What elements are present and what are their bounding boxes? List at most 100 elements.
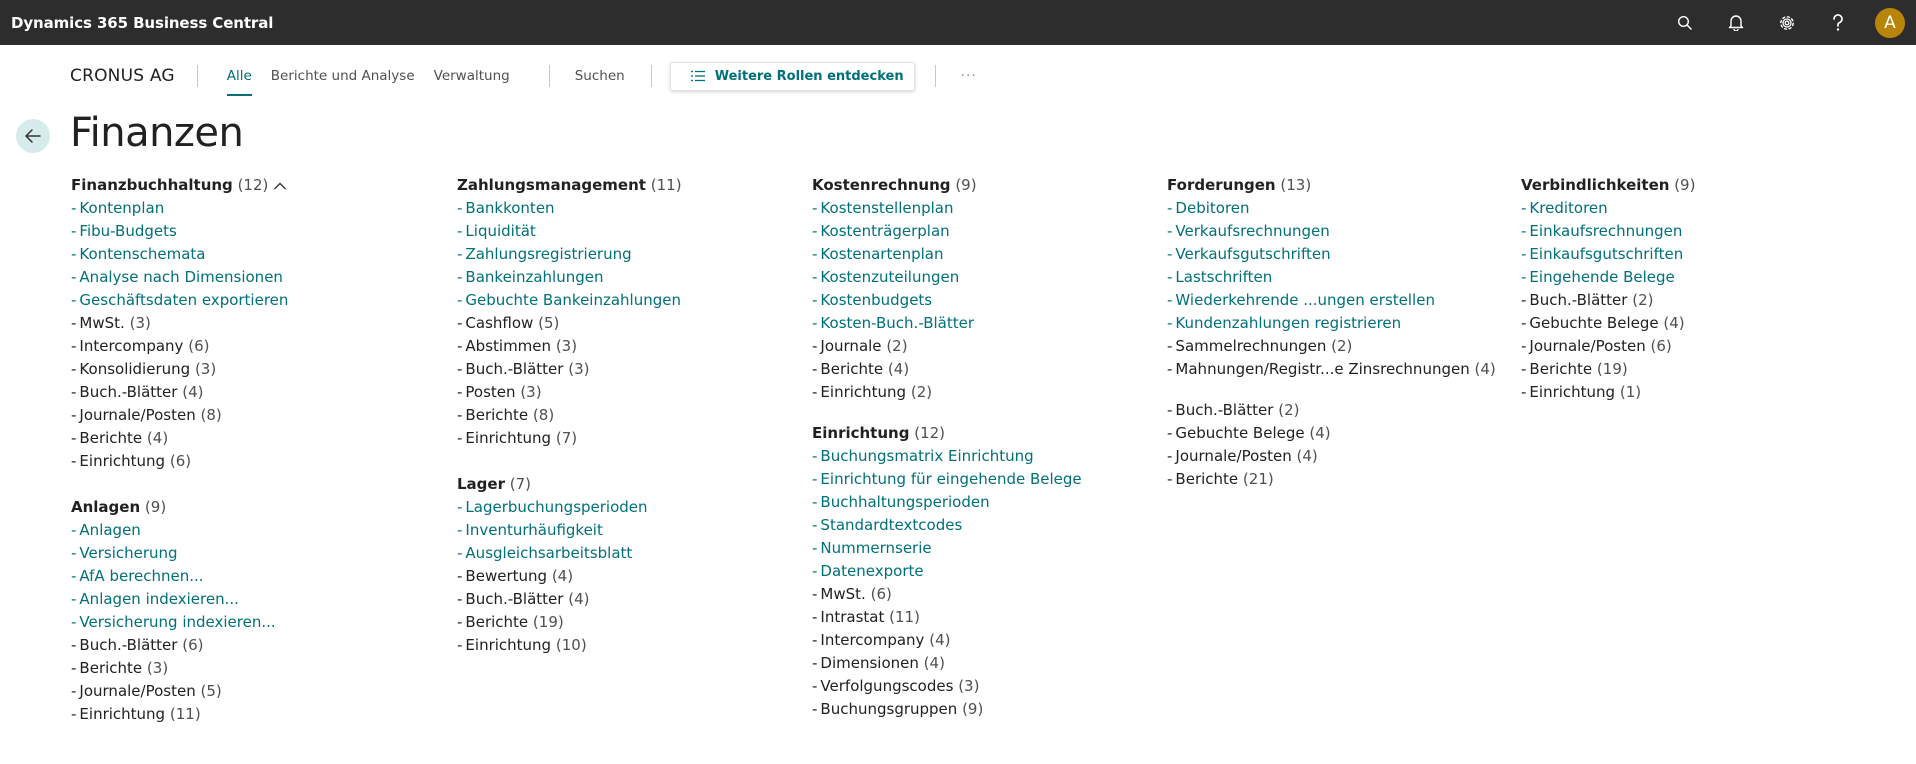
search-icon[interactable] [1659,0,1710,45]
chevron-up-icon[interactable] [273,181,287,191]
nav-group-item[interactable]: - Buch.-Blätter (4) [71,381,288,404]
nav-link[interactable]: - Datenexporte [812,560,1082,583]
nav-group-item[interactable]: - Journale/Posten (6) [1521,335,1695,358]
group-header[interactable]: Lager (7) [457,473,682,496]
nav-link[interactable]: - Nummernserie [812,537,1082,560]
nav-group-item[interactable]: - Intercompany (4) [812,629,1082,652]
nav-group-item[interactable]: - Einrichtung (11) [71,703,288,726]
more-options-button[interactable]: ··· [961,68,977,84]
nav-group-item[interactable]: - MwSt. (3) [71,312,288,335]
nav-group-item[interactable]: - Berichte (8) [457,404,682,427]
tab-verwaltung[interactable]: Verwaltung [434,56,510,96]
nav-link[interactable]: - Fibu-Budgets [71,220,288,243]
nav-group-item[interactable]: - Gebuchte Belege (4) [1521,312,1695,335]
nav-link[interactable]: - Buchhaltungsperioden [812,491,1082,514]
nav-link[interactable]: - Versicherung indexieren... [71,611,288,634]
nav-group-item[interactable]: - Buch.-Blätter (3) [457,358,682,381]
company-name[interactable]: CRONUS AG [70,66,175,86]
nav-group-item[interactable]: - Konsolidierung (3) [71,358,288,381]
nav-group-item[interactable]: - Intrastat (11) [812,606,1082,629]
nav-link[interactable]: - Verkaufsrechnungen [1167,220,1496,243]
nav-group-item[interactable]: - Einrichtung (10) [457,634,682,657]
nav-link[interactable]: - Zahlungsregistrierung [457,243,682,266]
nav-group-item[interactable]: - Einrichtung (6) [71,450,288,473]
nav-link[interactable]: - Kostenstellenplan [812,197,1082,220]
nav-link[interactable]: - Anlagen indexieren... [71,588,288,611]
nav-group-item[interactable]: - Berichte (19) [457,611,682,634]
nav-group-item[interactable]: - Buchungsgruppen (9) [812,698,1082,721]
nav-group-item[interactable]: - Buch.-Blätter (2) [1167,399,1496,422]
nav-group-item[interactable]: - Dimensionen (4) [812,652,1082,675]
nav-group-item[interactable]: - Posten (3) [457,381,682,404]
nav-link[interactable]: - Ausgleichsarbeitsblatt [457,542,682,565]
nav-link[interactable]: - Versicherung [71,542,288,565]
nav-link[interactable]: - Kostenträgerplan [812,220,1082,243]
nav-group-item[interactable]: - Berichte (3) [71,657,288,680]
nav-group-item[interactable]: - Journale/Posten (8) [71,404,288,427]
nav-link[interactable]: - Kontenplan [71,197,288,220]
nav-group-item[interactable]: - Einrichtung (1) [1521,381,1695,404]
nav-link[interactable]: - Einrichtung für eingehende Belege [812,468,1082,491]
nav-link[interactable]: - Eingehende Belege [1521,266,1695,289]
nav-link[interactable]: - Buchungsmatrix Einrichtung [812,445,1082,468]
nav-link[interactable]: - Wiederkehrende ...ungen erstellen [1167,289,1496,312]
group-header[interactable]: Kostenrechnung (9) [812,174,1082,197]
nav-group-item[interactable]: - MwSt. (6) [812,583,1082,606]
nav-link[interactable]: - Kundenzahlungen registrieren [1167,312,1496,335]
group-header[interactable]: Anlagen (9) [71,496,288,519]
nav-group-item[interactable]: - Einrichtung (2) [812,381,1082,404]
nav-group-item[interactable]: - Verfolgungscodes (3) [812,675,1082,698]
nav-group-item[interactable]: - Einrichtung (7) [457,427,682,450]
help-icon[interactable] [1812,0,1863,45]
nav-link[interactable]: - Bankkonten [457,197,682,220]
nav-link[interactable]: - Einkaufsgutschriften [1521,243,1695,266]
nav-link[interactable]: - Geschäftsdaten exportieren [71,289,288,312]
nav-link[interactable]: - AfA berechnen... [71,565,288,588]
nav-link[interactable]: - Debitoren [1167,197,1496,220]
nav-link[interactable]: - Kosten-Buch.-Blätter [812,312,1082,335]
nav-group-item[interactable]: - Journale/Posten (5) [71,680,288,703]
nav-link[interactable]: - Liquidität [457,220,682,243]
group-header[interactable]: Einrichtung (12) [812,422,1082,445]
nav-group-item[interactable]: - Abstimmen (3) [457,335,682,358]
nav-group-item[interactable]: - Buch.-Blätter (6) [71,634,288,657]
discover-roles-button[interactable]: Weitere Rollen entdecken [669,61,915,91]
nav-link[interactable]: - Anlagen [71,519,288,542]
nav-group-item[interactable]: - Berichte (19) [1521,358,1695,381]
nav-link[interactable]: - Standardtextcodes [812,514,1082,537]
nav-link[interactable]: - Analyse nach Dimensionen [71,266,288,289]
group-header[interactable]: Verbindlichkeiten (9) [1521,174,1695,197]
group-header[interactable]: Finanzbuchhaltung (12) [71,174,288,197]
nav-group-item[interactable]: - Buch.-Blätter (4) [457,588,682,611]
nav-link[interactable]: - Lagerbuchungsperioden [457,496,682,519]
app-title[interactable]: Dynamics 365 Business Central [11,14,273,32]
nav-group-item[interactable]: - Berichte (4) [71,427,288,450]
nav-link[interactable]: - Kostenartenplan [812,243,1082,266]
nav-group-item[interactable]: - Journale (2) [812,335,1082,358]
nav-group-item[interactable]: - Intercompany (6) [71,335,288,358]
nav-link[interactable]: - Inventurhäufigkeit [457,519,682,542]
nav-group-item[interactable]: - Cashflow (5) [457,312,682,335]
nav-link[interactable]: - Kontenschemata [71,243,288,266]
group-header[interactable]: Forderungen (13) [1167,174,1496,197]
group-header[interactable]: Zahlungsmanagement (11) [457,174,682,197]
tab-berichte-und-analyse[interactable]: Berichte und Analyse [271,56,415,96]
nav-link[interactable]: - Verkaufsgutschriften [1167,243,1496,266]
nav-link[interactable]: - Kostenzuteilungen [812,266,1082,289]
nav-group-item[interactable]: - Journale/Posten (4) [1167,445,1496,468]
nav-link[interactable]: - Kreditoren [1521,197,1695,220]
nav-group-item[interactable]: - Berichte (21) [1167,468,1496,491]
back-button[interactable] [16,119,50,153]
nav-group-item[interactable]: - Bewertung (4) [457,565,682,588]
avatar[interactable]: A [1875,7,1905,38]
gear-icon[interactable] [1761,0,1812,45]
nav-group-item[interactable]: - Gebuchte Belege (4) [1167,422,1496,445]
bell-icon[interactable] [1710,0,1761,45]
nav-group-item[interactable]: - Mahnungen/Registr...e Zinsrechnungen (4… [1167,358,1496,381]
nav-link[interactable]: - Lastschriften [1167,266,1496,289]
nav-group-item[interactable]: - Buch.-Blätter (2) [1521,289,1695,312]
nav-link[interactable]: - Bankeinzahlungen [457,266,682,289]
nav-link[interactable]: - Einkaufsrechnungen [1521,220,1695,243]
nav-group-item[interactable]: - Berichte (4) [812,358,1082,381]
nav-group-item[interactable]: - Sammelrechnungen (2) [1167,335,1496,358]
